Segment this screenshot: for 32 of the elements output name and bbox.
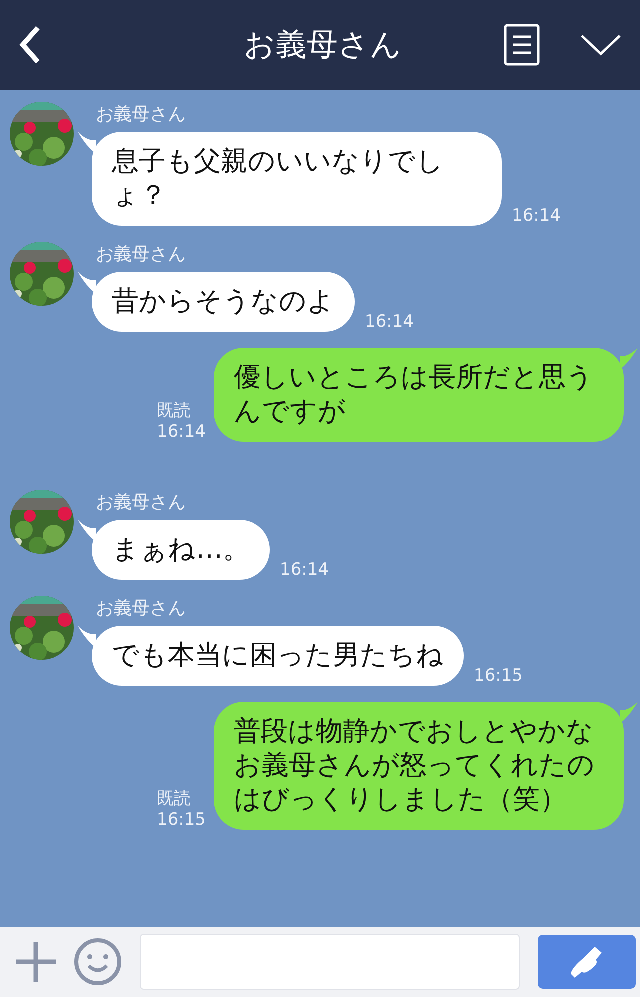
bubble-tail xyxy=(78,272,96,294)
plus-icon[interactable] xyxy=(16,942,56,982)
message-time: 16:14 xyxy=(365,312,414,332)
message-time: 16:14 xyxy=(280,560,329,580)
sender-name: お義母さん xyxy=(96,243,187,266)
read-receipt: 既読 xyxy=(157,788,192,810)
message-time: 16:14 xyxy=(512,206,561,226)
sender-name: お義母さん xyxy=(96,103,187,126)
chevron-down-icon[interactable] xyxy=(580,33,622,57)
menu-icon[interactable] xyxy=(504,24,540,66)
message-bubble: まぁね…。 xyxy=(92,520,270,580)
back-icon[interactable] xyxy=(18,25,42,65)
sender-name: お義母さん xyxy=(96,491,187,514)
bubble-tail xyxy=(78,626,96,648)
chat-title: お義母さん xyxy=(243,26,403,65)
bubble-tail xyxy=(620,348,638,370)
message-input[interactable] xyxy=(140,934,520,990)
sender-name: お義母さん xyxy=(96,597,187,620)
message-bubble: 優しいところは長所だと思うんですが xyxy=(214,348,624,442)
message-bubble: でも本当に困った男たちね xyxy=(92,626,464,686)
message-bubble: 普段は物静かでおしとやかなお義母さんが怒ってくれたのはびっくりしました（笑） xyxy=(214,702,624,830)
bubble-tail xyxy=(78,132,96,154)
bubble-tail xyxy=(620,702,638,724)
call-button[interactable] xyxy=(538,935,636,989)
message-time: 16:14 xyxy=(157,422,206,442)
bubble-tail xyxy=(78,520,96,542)
read-receipt: 既読 xyxy=(157,400,192,422)
message-bubble: 昔からそうなのよ xyxy=(92,272,355,332)
message-bubble: 息子も父親のいいなりでしょ？ xyxy=(92,132,502,226)
smiley-icon[interactable] xyxy=(74,938,122,986)
message-time: 16:15 xyxy=(157,810,206,830)
message-time: 16:15 xyxy=(474,666,523,686)
